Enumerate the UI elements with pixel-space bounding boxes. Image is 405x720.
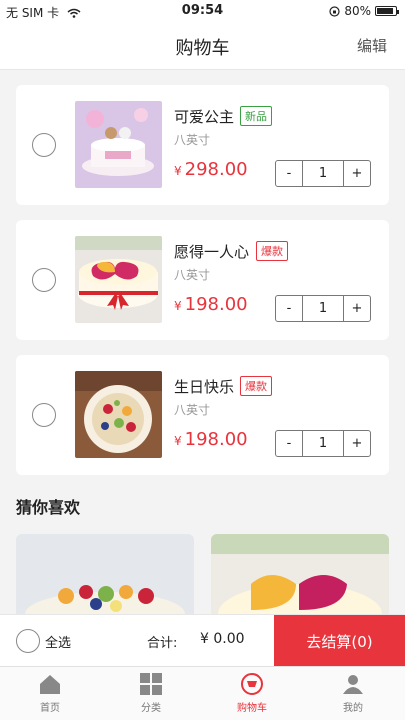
recommend-item[interactable] [16, 534, 194, 624]
tab-category[interactable]: 分类 [121, 673, 181, 714]
cart-item: 生日快乐 爆款 八英寸 ¥198.00 - 1 + [16, 355, 389, 475]
total-label: 合计: [147, 636, 178, 651]
quantity-value[interactable]: 1 [302, 296, 344, 321]
increase-button[interactable]: + [344, 161, 370, 186]
grid-icon [140, 673, 162, 695]
battery-icon [375, 6, 399, 16]
decrease-button[interactable]: - [276, 431, 302, 456]
item-select-checkbox[interactable] [32, 268, 56, 292]
tab-cart[interactable]: 购物车 [222, 673, 282, 714]
nav-bar: 购物车 编辑 [0, 22, 405, 70]
select-all-checkbox[interactable] [16, 629, 40, 653]
rotation-lock-icon [329, 5, 340, 17]
quantity-stepper: - 1 + [275, 160, 371, 187]
item-name: 愿得一人心 [174, 243, 250, 261]
recommend-cake-image [211, 534, 389, 624]
cart-item: 可爱公主 新品 八英寸 ¥298.00 - 1 + [16, 85, 389, 205]
increase-button[interactable]: + [344, 431, 370, 456]
cake-image [75, 101, 162, 188]
item-price: ¥198.00 [174, 429, 248, 450]
tab-bar: 首页 分类 购物车 我的 [0, 666, 405, 720]
recommend-cake-image [16, 534, 194, 624]
recommend-item[interactable] [211, 534, 389, 624]
status-badge: 爆款 [256, 241, 288, 261]
item-price: ¥198.00 [174, 294, 248, 315]
checkout-button[interactable]: 去结算(0) [274, 615, 405, 667]
battery-percent: 80% [344, 4, 371, 18]
checkout-bar: 全选 合计: ¥ 0.00 去结算(0) [0, 614, 405, 667]
recommend-title: 猜你喜欢 [16, 498, 81, 517]
item-price: ¥298.00 [174, 159, 248, 180]
item-select-checkbox[interactable] [32, 133, 56, 157]
cart-item: 愿得一人心 爆款 八英寸 ¥198.00 - 1 + [16, 220, 389, 340]
increase-button[interactable]: + [344, 296, 370, 321]
item-name: 生日快乐 [174, 378, 235, 396]
item-spec: 八英寸 [174, 133, 211, 147]
cake-image [75, 371, 162, 458]
user-icon [343, 675, 363, 694]
item-name: 可爱公主 [174, 108, 235, 126]
status-bar: 无 SIM 卡 09:54 80% [0, 0, 405, 22]
status-badge: 新品 [240, 106, 272, 126]
tab-mine[interactable]: 我的 [323, 673, 383, 714]
status-badge: 爆款 [240, 376, 272, 396]
edit-button[interactable]: 编辑 [357, 35, 387, 56]
quantity-value[interactable]: 1 [302, 431, 344, 456]
cart-icon [241, 673, 263, 695]
item-select-checkbox[interactable] [32, 403, 56, 427]
quantity-value[interactable]: 1 [302, 161, 344, 186]
home-icon [40, 675, 60, 694]
page-title: 购物车 [175, 38, 230, 59]
decrease-button[interactable]: - [276, 296, 302, 321]
total-value: ¥ 0.00 [200, 631, 245, 647]
item-spec: 八英寸 [174, 403, 211, 417]
cake-image [75, 236, 162, 323]
quantity-stepper: - 1 + [275, 430, 371, 457]
quantity-stepper: - 1 + [275, 295, 371, 322]
decrease-button[interactable]: - [276, 161, 302, 186]
item-spec: 八英寸 [174, 268, 211, 282]
select-all-label[interactable]: 全选 [45, 632, 71, 651]
tab-home[interactable]: 首页 [20, 673, 80, 714]
